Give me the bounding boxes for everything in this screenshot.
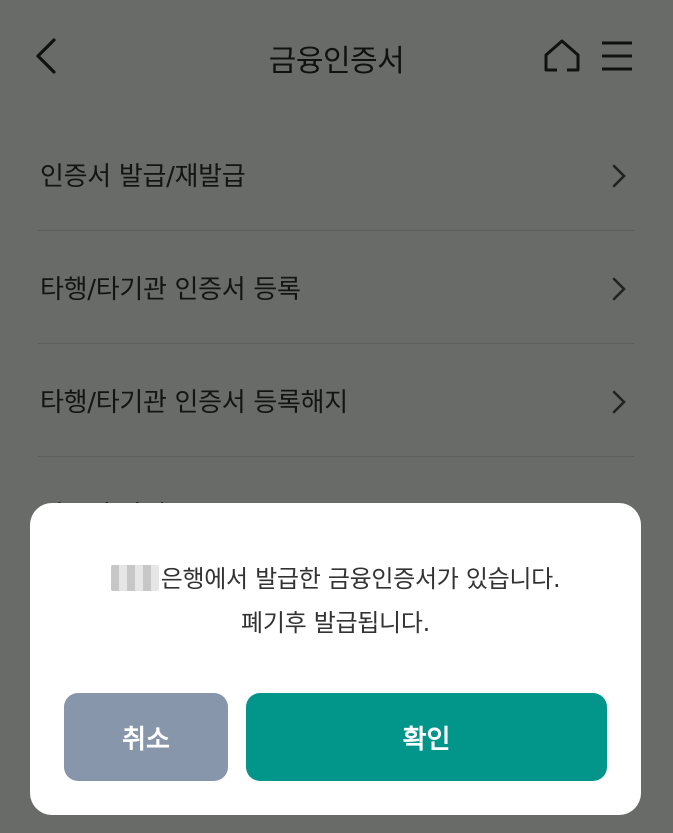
list-item-label: 인증서 발급/재발급: [40, 162, 246, 192]
home-icon[interactable]: [542, 36, 582, 76]
list-item[interactable]: 인증서 발급/재발급: [38, 118, 634, 231]
list-item-label: 타행/타기관 인증서 등록: [40, 275, 301, 305]
chevron-right-icon: [612, 164, 626, 188]
chevron-right-icon: [612, 277, 626, 301]
cancel-button[interactable]: 취소: [64, 693, 228, 781]
redacted-bank-name: [110, 565, 159, 591]
dialog-message-line1: 은행에서 발급한 금융인증서가 있습니다.: [160, 565, 561, 593]
list-item[interactable]: 타행/타기관 인증서 등록해지: [38, 344, 634, 457]
confirm-button[interactable]: 확인: [246, 693, 607, 781]
list-item-label: 타행/타기관 인증서 등록해지: [40, 388, 348, 418]
certificate-menu-list: 인증서 발급/재발급 타행/타기관 인증서 등록 타행/타기관 인증서 등록해지…: [38, 118, 634, 569]
confirm-dialog: 은행에서 발급한 금융인증서가 있습니다. 폐기후 발급됩니다. 취소 확인: [30, 503, 641, 815]
hamburger-menu-icon[interactable]: [598, 38, 636, 74]
app-header: 금융인증서: [0, 0, 673, 110]
dialog-message-line2: 폐기후 발급됩니다.: [241, 609, 430, 637]
dialog-message: 은행에서 발급한 금융인증서가 있습니다. 폐기후 발급됩니다.: [30, 557, 641, 645]
list-item[interactable]: 타행/타기관 인증서 등록: [38, 231, 634, 344]
chevron-right-icon: [612, 390, 626, 414]
